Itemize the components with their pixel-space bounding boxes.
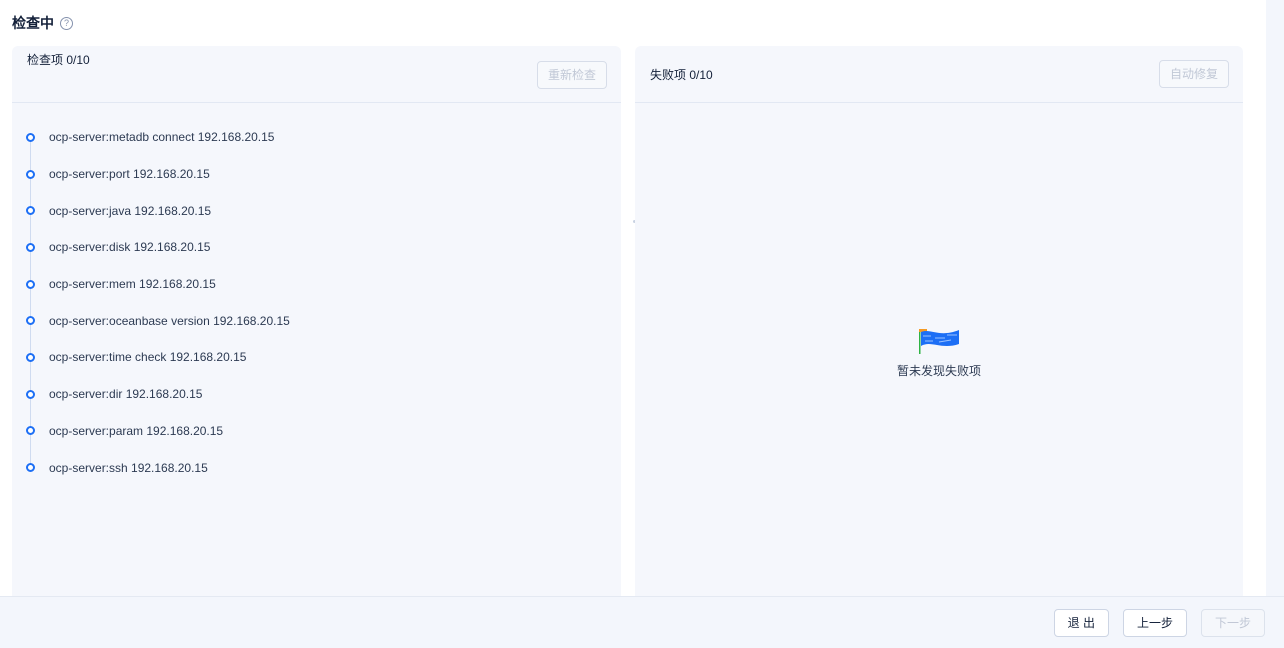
status-dot-icon: [26, 352, 35, 362]
page: 检查中 ? 检查项 0/10 重新检查 ocp-server:metadb co…: [0, 0, 1284, 648]
check-items-header: 检查项 0/10 重新检查: [12, 46, 621, 103]
check-item-label: ocp-server:metadb connect 192.168.20.15: [49, 130, 275, 145]
check-item-label: ocp-server:java 192.168.20.15: [49, 203, 212, 218]
check-item-label: ocp-server:dir 192.168.20.15: [49, 387, 203, 402]
page-header: 检查中 ?: [12, 13, 73, 33]
failed-items-panel: 失败项 0/10 自动修复 暂未发现失败项: [635, 46, 1243, 596]
empty-state: 暂未发现失败项: [635, 326, 1243, 379]
check-timeline: ocp-server:metadb connect 192.168.20.15 o…: [24, 119, 290, 486]
status-dot-icon: [26, 279, 35, 289]
status-dot-icon: [26, 316, 35, 326]
status-dot-icon: [26, 169, 35, 179]
check-item: ocp-server:time check 192.168.20.15: [24, 339, 290, 376]
status-dot-icon: [26, 426, 35, 436]
status-dot-icon: [26, 242, 35, 252]
next-step-button[interactable]: 下一步: [1200, 608, 1265, 637]
failed-items-title: 失败项 0/10: [650, 67, 713, 82]
check-item: ocp-server:ssh 192.168.20.15: [24, 449, 290, 486]
check-item: ocp-server:dir 192.168.20.15: [24, 376, 290, 413]
exit-button[interactable]: 退 出: [1053, 608, 1109, 637]
check-item: ocp-server:disk 192.168.20.15: [24, 229, 290, 266]
check-item-label: ocp-server:oceanbase version 192.168.20.…: [49, 313, 290, 328]
check-item-label: ocp-server:mem 192.168.20.15: [49, 277, 216, 292]
status-dot-icon: [26, 206, 35, 216]
check-item-label: ocp-server:param 192.168.20.15: [49, 423, 224, 438]
check-item: ocp-server:param 192.168.20.15: [24, 413, 290, 450]
check-item-label: ocp-server:time check 192.168.20.15: [49, 350, 247, 365]
footer-bar: 退 出 上一步 下一步: [0, 596, 1284, 648]
content-card: 检查中 ? 检查项 0/10 重新检查 ocp-server:metadb co…: [0, 0, 1266, 648]
status-dot-icon: [26, 389, 35, 399]
question-circle-icon[interactable]: ?: [60, 16, 73, 30]
failed-items-header: 失败项 0/10 自动修复: [635, 46, 1243, 103]
status-dot-icon: [26, 132, 35, 142]
check-item: ocp-server:mem 192.168.20.15: [24, 266, 290, 303]
check-item: ocp-server:java 192.168.20.15: [24, 192, 290, 229]
check-item: ocp-server:metadb connect 192.168.20.15: [24, 119, 290, 156]
empty-text: 暂未发现失败项: [896, 364, 981, 378]
recheck-button[interactable]: 重新检查: [536, 61, 607, 89]
right-gutter: [1266, 0, 1284, 648]
auto-fix-button[interactable]: 自动修复: [1158, 60, 1229, 88]
prev-step-button[interactable]: 上一步: [1122, 608, 1187, 637]
check-items-title: 检查项 0/10: [27, 53, 90, 67]
check-item-label: ocp-server:port 192.168.20.15: [49, 167, 210, 182]
check-item: ocp-server:oceanbase version 192.168.20.…: [24, 302, 290, 339]
check-item-label: ocp-server:ssh 192.168.20.15: [49, 460, 208, 475]
flag-illustration-icon: [919, 329, 959, 354]
check-item-label: ocp-server:disk 192.168.20.15: [49, 240, 211, 255]
check-item: ocp-server:port 192.168.20.15: [24, 156, 290, 193]
check-items-panel: 检查项 0/10 重新检查 ocp-server:metadb connect …: [12, 46, 621, 596]
status-dot-icon: [26, 463, 35, 473]
page-title: 检查中: [12, 15, 54, 31]
